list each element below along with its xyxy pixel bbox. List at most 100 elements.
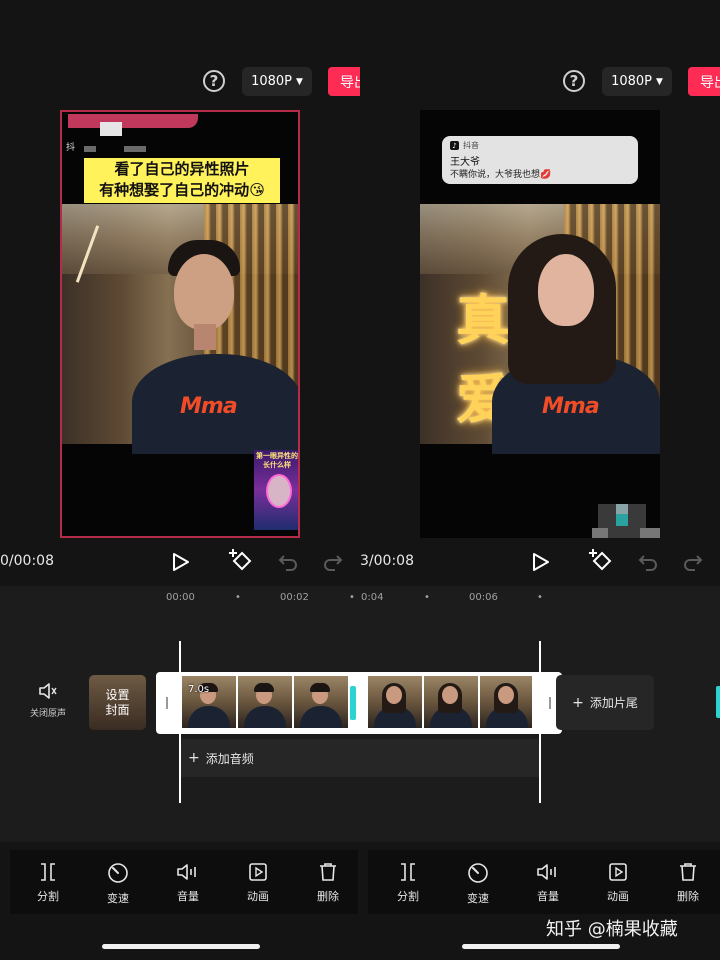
help-icon[interactable]: ?	[203, 70, 225, 92]
add-audio-button[interactable]: + 添加音频	[180, 739, 540, 777]
preview-header: 抖 看了自己的异性照片 有种想娶了自己的冲动😘	[62, 112, 298, 204]
caption-banner: 看了自己的异性照片 有种想娶了自己的冲动😘	[84, 158, 280, 203]
caption-line-1: 看了自己的异性照片	[114, 160, 250, 178]
blurred-sticker	[616, 514, 628, 526]
ruler-tick: 00:02	[280, 592, 309, 603]
delete-button[interactable]: 删除	[298, 862, 358, 906]
delete-icon	[680, 863, 696, 881]
ruler-tick: 0:04	[361, 592, 384, 603]
keyframe-add-icon[interactable]	[588, 547, 616, 575]
keyframe-add-icon[interactable]	[228, 547, 256, 575]
blurred-name	[124, 146, 146, 152]
split-button[interactable]: 分割	[18, 862, 78, 906]
notification-app: 抖音	[463, 141, 479, 150]
volume-button[interactable]: 音量	[518, 862, 578, 906]
blurred-avatar	[100, 122, 122, 136]
blurred-sticker	[616, 504, 628, 514]
caption-line-2: 有种想娶了自己的冲动	[99, 181, 250, 199]
video-frame: 真 爱 Mma	[420, 204, 660, 454]
animation-button[interactable]: 动画	[228, 862, 288, 906]
delete-icon	[320, 863, 336, 881]
home-indicator[interactable]	[462, 944, 620, 949]
notification-card: ♪ 抖音 王大爷 不瞒你说，大爷我也想💋	[442, 136, 638, 184]
time-readout: 0/00:08	[0, 553, 54, 569]
add-ending-button[interactable]: + 添加片尾	[556, 675, 654, 730]
set-cover-button[interactable]: 设置 封面	[89, 675, 146, 730]
promo-sticker-text: 第一眼异性的 长什么样	[256, 452, 298, 469]
redo-icon[interactable]	[322, 551, 344, 573]
mute-original-label: 关闭原声	[29, 709, 66, 719]
time-readout: 3/00:08	[360, 553, 414, 569]
speed-button[interactable]: 变速	[448, 862, 508, 906]
resolution-label: 1080P	[611, 74, 652, 89]
speed-icon	[468, 863, 488, 883]
volume-icon	[177, 864, 196, 880]
blurred-name	[84, 146, 96, 152]
split-icon	[401, 863, 415, 881]
animation-icon	[609, 863, 627, 881]
ruler-tick: •	[424, 592, 430, 603]
resolution-button[interactable]: 1080P ▼	[602, 67, 672, 96]
ruler-tick: •	[235, 592, 241, 603]
clip-duration: 7.0s	[188, 684, 210, 695]
blurred-sticker	[640, 528, 660, 538]
export-button[interactable]: 导出	[328, 67, 360, 96]
caret-down-icon: ▼	[296, 76, 303, 87]
video-clip[interactable]: 7.0s	[156, 672, 562, 734]
promo-sticker[interactable]: 第一眼异性的 长什么样	[254, 450, 298, 530]
mute-original-button[interactable]: 关闭原声	[26, 682, 70, 719]
set-cover-label-1: 设置	[105, 687, 130, 702]
video-preview-right[interactable]: ♪ 抖音 王大爷 不瞒你说，大爷我也想💋 真 爱 Mma	[420, 110, 660, 538]
add-audio-label: 添加音频	[205, 751, 254, 766]
ruler-tick: 00:00	[166, 592, 195, 603]
set-cover-label-2: 封面	[105, 702, 130, 717]
speaker-muted-icon	[39, 683, 57, 699]
tiktok-icon: ♪	[450, 141, 459, 150]
redo-icon[interactable]	[682, 551, 704, 573]
person-face	[174, 254, 234, 330]
platform-tag: 抖	[66, 143, 76, 153]
trim-handle-right[interactable]	[549, 697, 551, 709]
help-icon[interactable]: ?	[563, 70, 585, 92]
person-face	[538, 254, 594, 326]
blurred-sticker	[592, 528, 608, 538]
caption-emoji: 😘	[249, 181, 265, 199]
ruler-tick: •	[349, 592, 355, 603]
time-ruler[interactable]: 00:00 • 00:02 • 0:04 • 00:06 •	[0, 592, 720, 608]
add-ending-label: 添加片尾	[589, 696, 638, 710]
plus-icon: +	[188, 750, 200, 766]
playhead[interactable]	[539, 641, 541, 803]
resolution-button[interactable]: 1080P ▼	[242, 67, 312, 96]
play-icon[interactable]	[530, 551, 552, 573]
volume-icon	[537, 864, 556, 880]
notification-title: 王大爷	[450, 157, 480, 168]
delete-button[interactable]: 删除	[658, 862, 718, 906]
trim-handle-left[interactable]	[166, 697, 168, 709]
undo-icon[interactable]	[277, 551, 299, 573]
notification-body: 不瞒你说，大爷我也想💋	[450, 170, 552, 180]
ruler-tick: •	[537, 592, 543, 603]
shirt-logo: Mma	[180, 394, 238, 419]
export-button[interactable]: 导出	[688, 67, 720, 96]
animation-icon	[249, 863, 267, 881]
speed-icon	[108, 863, 128, 883]
side-edge-accent	[716, 686, 720, 718]
split-icon	[41, 863, 55, 881]
undo-icon[interactable]	[637, 551, 659, 573]
home-indicator[interactable]	[102, 944, 260, 949]
split-button[interactable]: 分割	[378, 862, 438, 906]
playhead[interactable]	[179, 641, 181, 803]
shirt-logo: Mma	[542, 394, 600, 419]
play-icon[interactable]	[170, 551, 192, 573]
volume-button[interactable]: 音量	[158, 862, 218, 906]
watermark: 知乎 @楠果收藏	[546, 919, 678, 940]
plus-icon: +	[572, 694, 584, 711]
resolution-label: 1080P	[251, 74, 292, 89]
speed-button[interactable]: 变速	[88, 862, 148, 906]
video-preview-left[interactable]: 抖 看了自己的异性照片 有种想娶了自己的冲动😘 Mma 第一眼异性的 长什么样	[60, 110, 300, 538]
blurred-avatar	[68, 114, 198, 128]
animation-button[interactable]: 动画	[588, 862, 648, 906]
video-frame: Mma	[62, 204, 298, 454]
caret-down-icon: ▼	[656, 76, 663, 87]
ruler-tick: 00:06	[469, 592, 498, 603]
